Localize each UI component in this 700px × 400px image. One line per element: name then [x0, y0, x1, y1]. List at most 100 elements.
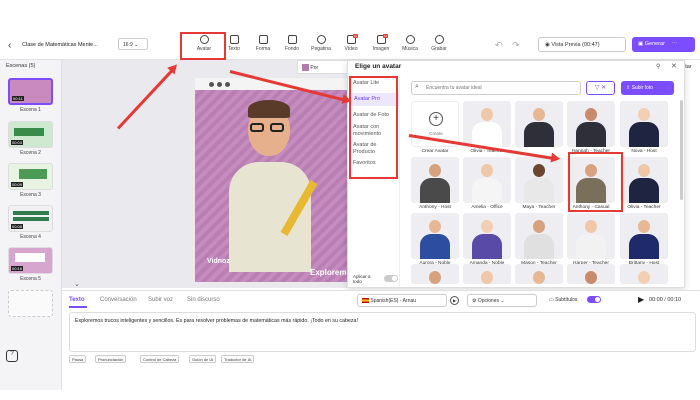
avatar-body [420, 178, 450, 203]
avatar-card[interactable] [463, 213, 511, 259]
avatar-body [472, 122, 502, 147]
avatar-head [585, 220, 597, 233]
play-icon[interactable]: ▶ [638, 295, 644, 304]
avatar-name: Olivia - Teacher [627, 205, 661, 210]
chevron-down-icon: ⌄ [500, 298, 505, 304]
project-title[interactable]: Clase de Matemáticas Mente... [22, 42, 98, 48]
text-icon [229, 35, 239, 44]
toolbar-background[interactable]: Fondo [277, 34, 307, 58]
filter-button[interactable]: ▽ ✕ [586, 81, 615, 95]
chip-pronunciation[interactable]: Pronunciación [95, 355, 127, 363]
undo-icon[interactable]: ↶ [495, 40, 503, 51]
avatar-body [524, 178, 554, 203]
scrollbar[interactable] [680, 100, 683, 200]
chip-ai-script[interactable]: Guión de IA [189, 355, 217, 363]
scene-label: Escena 1 [20, 107, 41, 113]
avatar-name: Amelia - Office [471, 205, 503, 210]
aspect-select[interactable]: 16:9 ⌄ [118, 38, 148, 50]
apply-all-toggle[interactable] [384, 275, 398, 282]
toolbar-sticker[interactable]: Pegatina [306, 34, 336, 58]
scene-label: Escena 5 [20, 276, 41, 282]
avatar-head [638, 220, 650, 233]
redo-icon[interactable]: ↷ [512, 40, 520, 51]
panel-title: Elige un avatar [355, 63, 402, 70]
subtitles-toggle[interactable] [587, 296, 601, 303]
subtitles-label: ▭ Subtítulos [549, 297, 578, 303]
preview-button[interactable]: ◉ Vista Previa (00:47) [538, 37, 626, 52]
avatar-card[interactable] [515, 264, 563, 284]
generate-button[interactable]: ▣ Generar ⋯ [632, 37, 695, 52]
avatar-card[interactable] [567, 264, 615, 284]
tab-no-speech[interactable]: Sin discurso [187, 297, 220, 303]
search-input[interactable] [411, 81, 581, 95]
film-icon: ▣ [638, 41, 644, 47]
avatar-card[interactable] [620, 264, 668, 284]
avatar-card[interactable] [567, 101, 615, 147]
pin-icon[interactable]: ⚲ [656, 63, 660, 70]
scene-thumb-2[interactable]: 00:03 [8, 121, 53, 148]
avatar-card[interactable] [411, 264, 459, 284]
close-icon[interactable]: ✕ [671, 62, 677, 70]
avatar-head [533, 108, 545, 121]
avatar-body [576, 122, 606, 147]
spain-flag-icon [362, 298, 369, 304]
upload-photo-button[interactable]: ⇪ Subir foto [621, 81, 674, 95]
voice-select[interactable]: Spanish(ES) - Arnau [357, 294, 447, 307]
highlight-avatar-tool [180, 32, 226, 60]
chip-head-control[interactable]: Control de Cabeza [140, 355, 180, 363]
apply-all-label: Aplicar a todo [353, 274, 371, 284]
avatar-card[interactable] [620, 101, 668, 147]
scene-label: Escena 4 [20, 234, 41, 240]
toolbar-music[interactable]: Música [395, 34, 425, 58]
scene-thumb-4[interactable]: 00:08 [8, 205, 53, 232]
slide-canvas[interactable]: Vidnoz Exploremo [195, 78, 350, 282]
scene-label: Escena 2 [20, 150, 41, 156]
avatar-card[interactable] [515, 101, 563, 147]
script-text[interactable]: Exploremos trucos inteligentes y sencill… [75, 318, 615, 324]
tab-conversation[interactable]: Conversación [100, 297, 137, 303]
avatar-head [585, 108, 597, 121]
avatar-body [629, 122, 659, 147]
avatar-card[interactable] [620, 213, 668, 259]
scene-thumb-1[interactable]: 00:11 [8, 78, 53, 105]
tab-upload-voice[interactable]: Subir voz [148, 297, 173, 303]
toolbar-record[interactable]: Grabar [424, 34, 454, 58]
chip-ai-translator[interactable]: Traductor de IA [221, 355, 255, 363]
create-avatar-label: Crear Avatar [421, 149, 449, 154]
back-icon[interactable]: ‹ [8, 40, 11, 51]
options-button[interactable]: ⚙ Opciones ⌄ [467, 294, 537, 307]
canvas-right-text: ltar [684, 64, 692, 70]
avatar-card[interactable] [567, 213, 615, 259]
play-voice-icon[interactable]: ▶ [450, 296, 459, 305]
avatar-card[interactable] [515, 157, 563, 203]
more-icon: ⋯ [671, 41, 677, 47]
shape-icon [258, 35, 268, 44]
chip-pause[interactable]: Pausa [69, 355, 87, 363]
por-button[interactable]: Por [297, 60, 349, 74]
avatar-card[interactable] [411, 157, 459, 203]
avatar-name: Nova - Host [631, 149, 657, 154]
avatar-head [533, 271, 545, 284]
canvas-caption: Exploremo [310, 268, 350, 277]
avatar-head [429, 220, 441, 233]
toolbar-shape[interactable]: Forma [248, 34, 278, 58]
toolbar-image[interactable]: IA Imagen [366, 34, 396, 58]
avatar-head [481, 164, 493, 177]
background-icon [287, 35, 297, 44]
avatar-card[interactable] [463, 101, 511, 147]
search-icon: ⌕ [415, 83, 419, 90]
avatar-head [481, 271, 493, 284]
help-icon[interactable]: ? [6, 350, 18, 362]
collapse-icon[interactable]: ⌄ [74, 280, 80, 288]
avatar-card[interactable] [463, 157, 511, 203]
avatar-card[interactable] [463, 264, 511, 284]
avatar-card[interactable] [411, 213, 459, 259]
scene-thumb-3[interactable]: 00:09 [8, 163, 53, 190]
tab-text[interactable]: Texto [69, 297, 85, 303]
scene-thumb-5[interactable]: 00:16 [8, 247, 53, 274]
add-scene-button[interactable] [8, 290, 53, 317]
avatar-card[interactable] [515, 213, 563, 259]
avatar-card[interactable] [620, 157, 668, 203]
toolbar-video[interactable]: IA Vídeo [336, 34, 366, 58]
music-icon [405, 35, 415, 44]
